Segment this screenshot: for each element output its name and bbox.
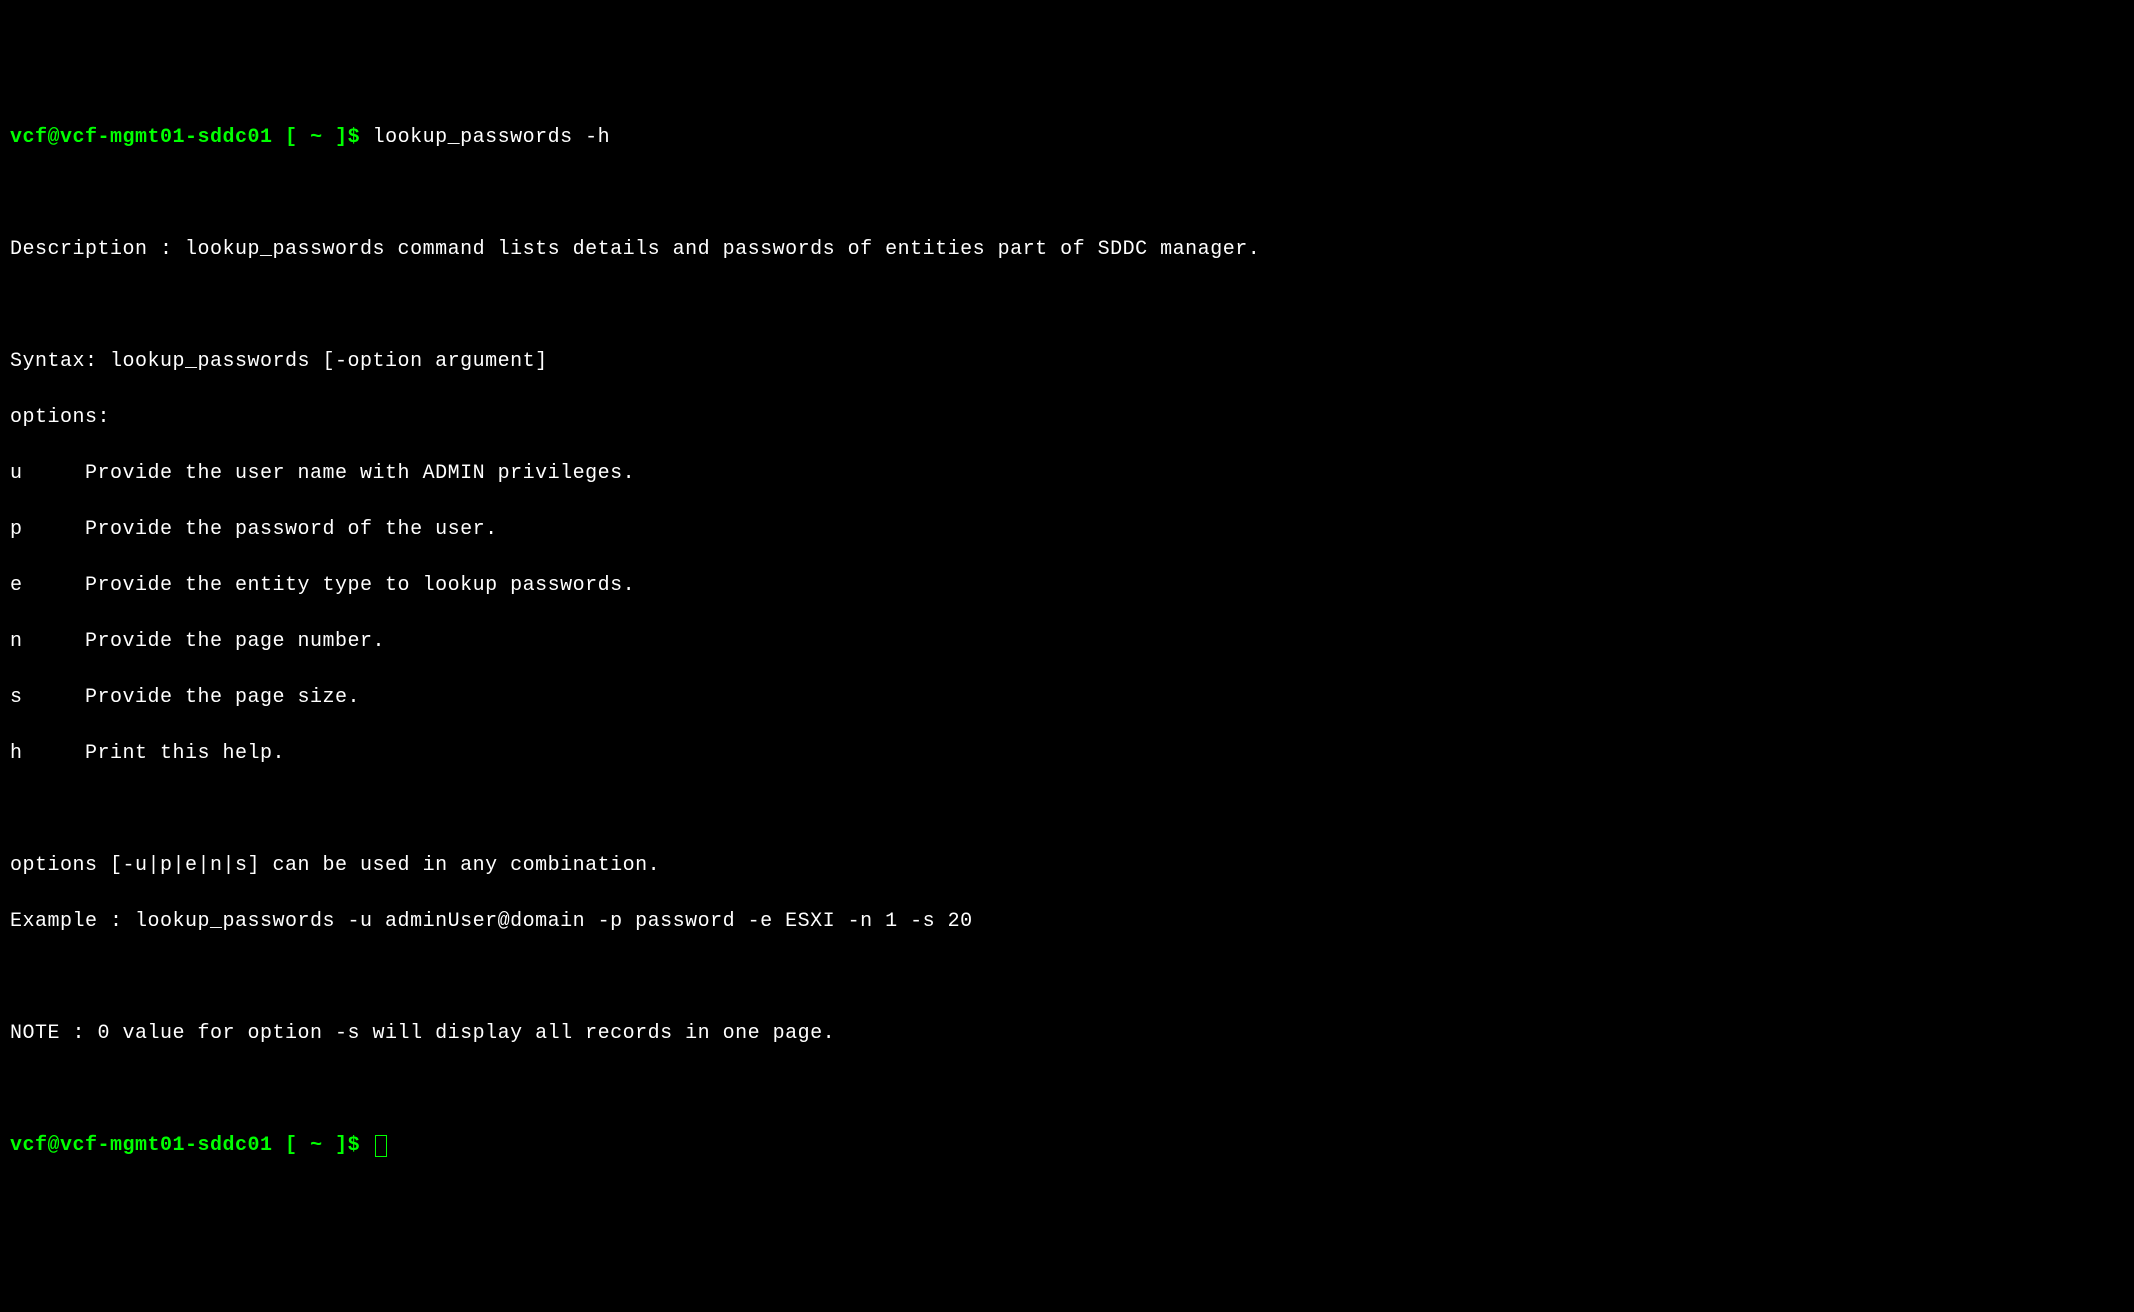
output-opt-u: u Provide the user name with ADMIN privi… (10, 460, 2124, 488)
blank-line (10, 796, 2124, 824)
output-example: Example : lookup_passwords -u adminUser@… (10, 908, 2124, 936)
prompt-bracket-open: [ (273, 126, 311, 149)
output-description: Description : lookup_passwords command l… (10, 236, 2124, 264)
prompt-path: ~ (310, 126, 323, 149)
output-opt-s: s Provide the page size. (10, 684, 2124, 712)
blank-line (10, 180, 2124, 208)
output-options-header: options: (10, 404, 2124, 432)
prompt-line-1: vcf@vcf-mgmt01-sddc01 [ ~ ]$ lookup_pass… (10, 124, 2124, 152)
output-opt-h: h Print this help. (10, 740, 2124, 768)
output-opt-p: p Provide the password of the user. (10, 516, 2124, 544)
output-syntax: Syntax: lookup_passwords [-option argume… (10, 348, 2124, 376)
blank-line (10, 1076, 2124, 1104)
prompt-bracket-close: ] (323, 1134, 348, 1157)
prompt-user-host: vcf@vcf-mgmt01-sddc01 (10, 1134, 273, 1157)
terminal-output: vcf@vcf-mgmt01-sddc01 [ ~ ]$ lookup_pass… (10, 124, 2124, 1160)
prompt-line-2[interactable]: vcf@vcf-mgmt01-sddc01 [ ~ ]$ (10, 1132, 2124, 1160)
prompt-dollar: $ (348, 126, 373, 149)
cursor-icon (375, 1135, 387, 1157)
blank-line (10, 292, 2124, 320)
prompt-path: ~ (310, 1134, 323, 1157)
output-opt-e: e Provide the entity type to lookup pass… (10, 572, 2124, 600)
prompt-bracket-open: [ (273, 1134, 311, 1157)
command-text: lookup_passwords -h (373, 126, 611, 149)
output-note: NOTE : 0 value for option -s will displa… (10, 1020, 2124, 1048)
prompt-user-host: vcf@vcf-mgmt01-sddc01 (10, 126, 273, 149)
prompt-dollar: $ (348, 1134, 373, 1157)
blank-line (10, 964, 2124, 992)
output-opt-n: n Provide the page number. (10, 628, 2124, 656)
output-combination: options [-u|p|e|n|s] can be used in any … (10, 852, 2124, 880)
prompt-bracket-close: ] (323, 126, 348, 149)
